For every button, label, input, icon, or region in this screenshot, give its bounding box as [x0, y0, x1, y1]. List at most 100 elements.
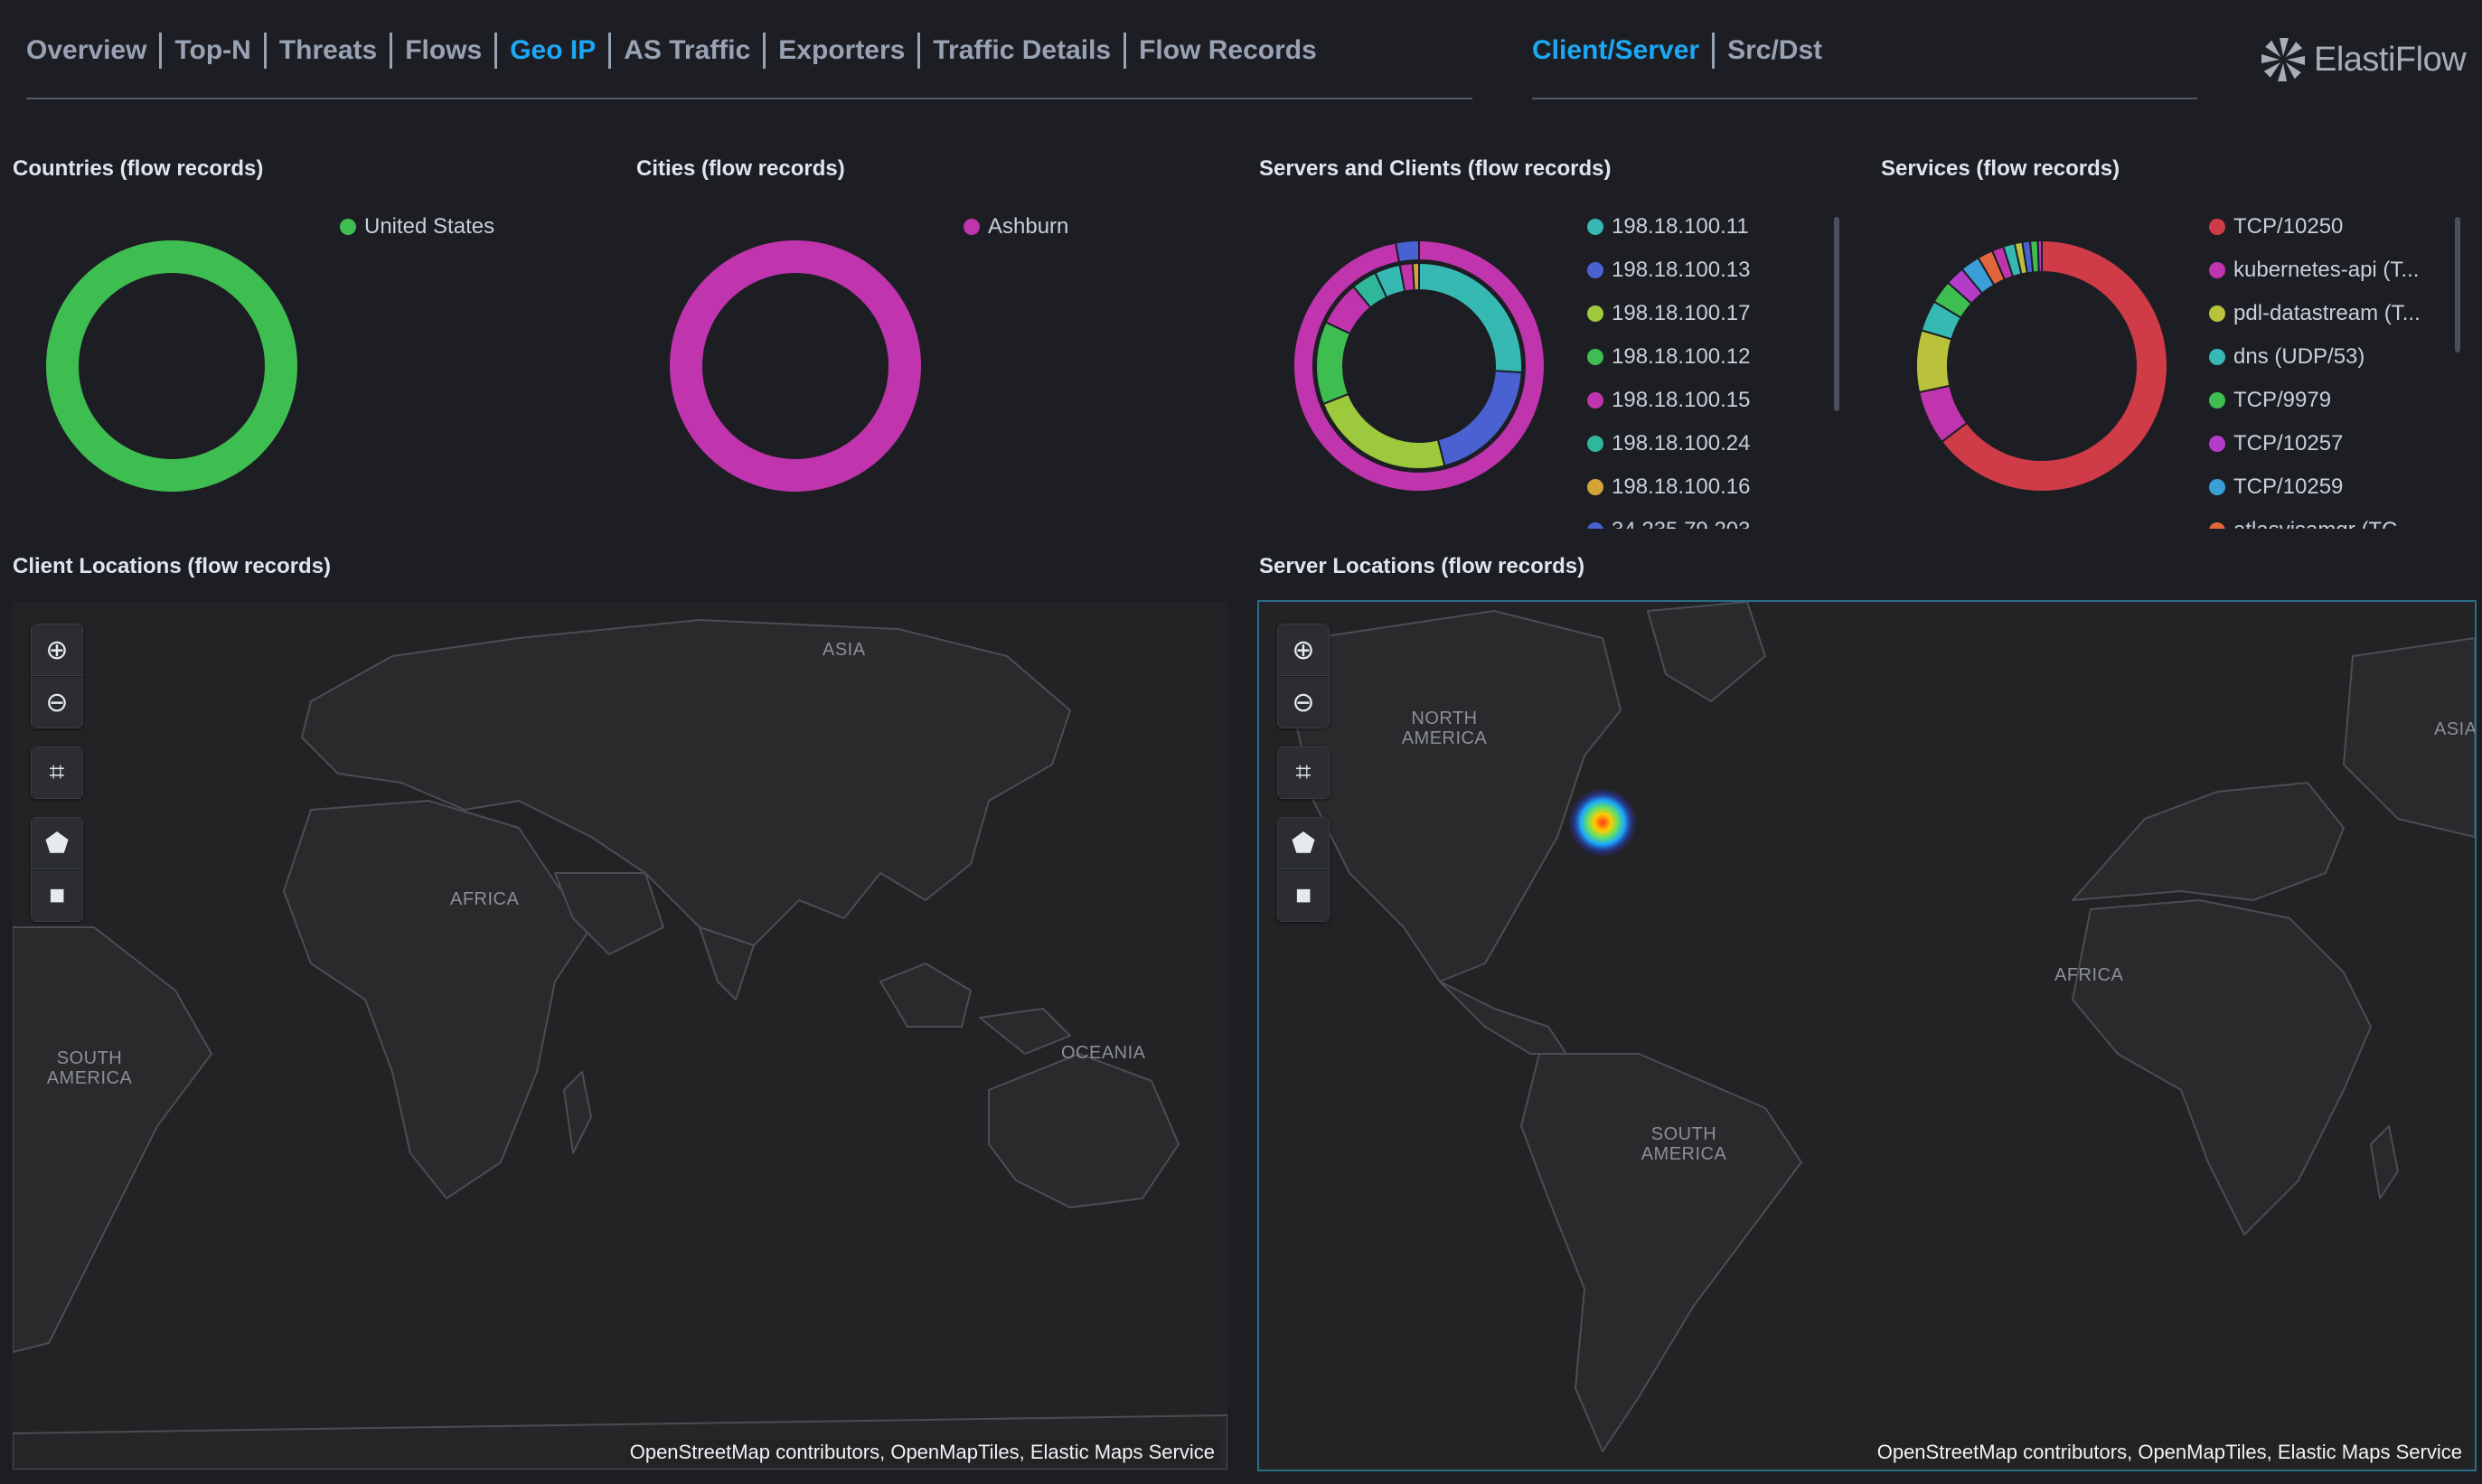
crop-icon[interactable]: ⌗	[31, 747, 83, 799]
nav-divider	[494, 33, 498, 69]
tab-flow-records[interactable]: Flow Records	[1139, 35, 1317, 66]
legend-label: dns (UDP/53)	[2233, 344, 2365, 369]
services-panel-title: Services (flow records)	[1881, 156, 2120, 181]
attribution-link[interactable]: Elastic Maps Service	[2278, 1441, 2462, 1463]
legend-label: 198.18.100.15	[1612, 388, 1751, 412]
legend-item[interactable]: 198.18.100.17	[1587, 292, 1768, 335]
donut-slice[interactable]	[1394, 240, 1420, 264]
servers-clients-donut-chart[interactable]	[1293, 240, 1546, 493]
tab-overview[interactable]: Overview	[26, 35, 146, 66]
legend-item[interactable]: TCP/10250	[2209, 205, 2444, 249]
plus-icon[interactable]: ⊕	[31, 624, 83, 676]
legend-item[interactable]: TCP/10257	[2209, 422, 2444, 465]
legend-dot	[1587, 436, 1603, 452]
polygon-icon[interactable]: ⬟	[1277, 817, 1330, 869]
legend-item[interactable]: TCP/10259	[2209, 465, 2444, 509]
legend-label: 198.18.100.16	[1612, 474, 1751, 499]
nav-divider	[390, 33, 393, 69]
countries-panel-title: Countries (flow records)	[13, 156, 264, 181]
legend-item[interactable]: 198.18.100.11	[1587, 205, 1768, 249]
legend-dot	[964, 219, 980, 235]
legend-dot	[340, 219, 356, 235]
tab-as-traffic[interactable]: AS Traffic	[624, 35, 750, 66]
attribution-link[interactable]: OpenMapTiles	[2138, 1441, 2266, 1463]
legend-label: Ashburn	[988, 214, 1069, 239]
draw-controls: ⬟ ■	[31, 817, 83, 922]
cities-panel-title: Cities (flow records)	[636, 156, 845, 181]
legend-item[interactable]: kubernetes-api (T...	[2209, 249, 2444, 292]
legend-dot	[2209, 219, 2225, 235]
legend-item[interactable]: 198.18.100.16	[1587, 465, 1768, 509]
services-legend-scrollbar[interactable]	[2455, 217, 2460, 352]
legend-label: atlasvisamgr (TC...	[2233, 518, 2415, 529]
map-attribution: OpenStreetMap contributors, OpenMapTiles…	[625, 1439, 1218, 1466]
tab-client-server[interactable]: Client/Server	[1532, 35, 1699, 66]
donut-slice[interactable]	[1411, 261, 1420, 292]
legend-item[interactable]: 198.18.100.15	[1587, 379, 1768, 422]
legend-item[interactable]: dns (UDP/53)	[2209, 335, 2444, 379]
attribution-link[interactable]: Elastic Maps Service	[1030, 1441, 1215, 1463]
legend-dot	[2209, 522, 2225, 529]
legend-dot	[1587, 305, 1603, 322]
tab-flows[interactable]: Flows	[405, 35, 482, 66]
attribution-link[interactable]: OpenStreetMap contributors	[1877, 1441, 2127, 1463]
tab-src-dst[interactable]: Src/Dst	[1727, 35, 1822, 66]
cities-donut-chart[interactable]	[669, 240, 922, 493]
donut-slice[interactable]	[2036, 240, 2043, 274]
minus-icon[interactable]: ⊖	[1277, 676, 1330, 728]
tab-geo-ip[interactable]: Geo IP	[510, 35, 596, 66]
legend-item[interactable]: atlasvisamgr (TC...	[2209, 509, 2444, 529]
legend-item[interactable]: Ashburn	[964, 205, 1068, 249]
minus-icon[interactable]: ⊖	[31, 676, 83, 728]
plus-icon[interactable]: ⊕	[1277, 624, 1330, 676]
nav-divider	[263, 33, 267, 69]
countries-donut-chart[interactable]	[45, 240, 298, 493]
donut-slice-united-states[interactable]	[46, 240, 297, 492]
legend-item[interactable]: 198.18.100.12	[1587, 335, 1768, 379]
client-locations-map[interactable]: ASIA AFRICA SOUTH AMERICA OCEANIA ⊕ ⊖ ⌗ …	[13, 602, 1227, 1470]
legend-item[interactable]: 198.18.100.13	[1587, 249, 1768, 292]
legend-label: TCP/10250	[2233, 214, 2344, 239]
server-map-controls: ⊕ ⊖ ⌗ ⬟ ■	[1277, 624, 1330, 940]
tab-top-n[interactable]: Top-N	[174, 35, 250, 66]
attribution-link[interactable]: OpenStreetMap contributors	[630, 1441, 879, 1463]
server-map-title: Server Locations (flow records)	[1259, 554, 1585, 578]
crop-icon[interactable]: ⌗	[1277, 747, 1330, 799]
view-nav-underline	[1532, 98, 2197, 99]
donut-slice[interactable]	[1915, 329, 1953, 394]
legend-item[interactable]: 34.235.79.203	[1587, 509, 1768, 529]
services-donut-chart[interactable]	[1915, 240, 2168, 493]
legend-item[interactable]: United States	[340, 205, 494, 249]
zoom-controls: ⊕ ⊖	[1277, 624, 1330, 728]
tab-exporters[interactable]: Exporters	[778, 35, 905, 66]
legend-label: 198.18.100.17	[1612, 301, 1751, 325]
elastiflow-logo-icon	[2261, 38, 2305, 81]
square-icon[interactable]: ■	[1277, 869, 1330, 922]
legend-label: 198.18.100.24	[1612, 431, 1751, 456]
legend-item[interactable]: pdl-datastream (T...	[2209, 292, 2444, 335]
polygon-icon[interactable]: ⬟	[31, 817, 83, 869]
nav-divider	[608, 33, 612, 69]
main-nav: Overview Top-N Threats Flows Geo IP AS T…	[26, 33, 1317, 69]
legend-item[interactable]: TCP/9979	[2209, 379, 2444, 422]
donut-slice[interactable]	[1315, 321, 1352, 406]
square-icon[interactable]: ■	[31, 869, 83, 922]
donut-slice-ashburn[interactable]	[670, 240, 921, 492]
legend-dot	[1587, 349, 1603, 365]
legend-dot	[1587, 479, 1603, 495]
attribution-link[interactable]: OpenMapTiles	[890, 1441, 1019, 1463]
server-locations-map[interactable]: NORTH AMERICA AFRICA SOUTH AMERICA ASIA …	[1257, 600, 2477, 1471]
tab-traffic-details[interactable]: Traffic Details	[933, 35, 1111, 66]
legend-item[interactable]: 198.18.100.24	[1587, 422, 1768, 465]
heatmap-hotspot[interactable]	[1568, 788, 1637, 857]
legend-dot	[2209, 479, 2225, 495]
servers-clients-legend-scrollbar[interactable]	[1834, 217, 1839, 411]
legend-dot	[2209, 349, 2225, 365]
legend-dot	[2209, 392, 2225, 409]
legend-label: United States	[364, 214, 495, 239]
tab-threats[interactable]: Threats	[279, 35, 377, 66]
legend-label: TCP/9979	[2233, 388, 2332, 412]
map-label: AFRICA	[2054, 965, 2124, 985]
logo-text: ElastiFlow	[2314, 40, 2467, 79]
legend-dot	[1587, 219, 1603, 235]
